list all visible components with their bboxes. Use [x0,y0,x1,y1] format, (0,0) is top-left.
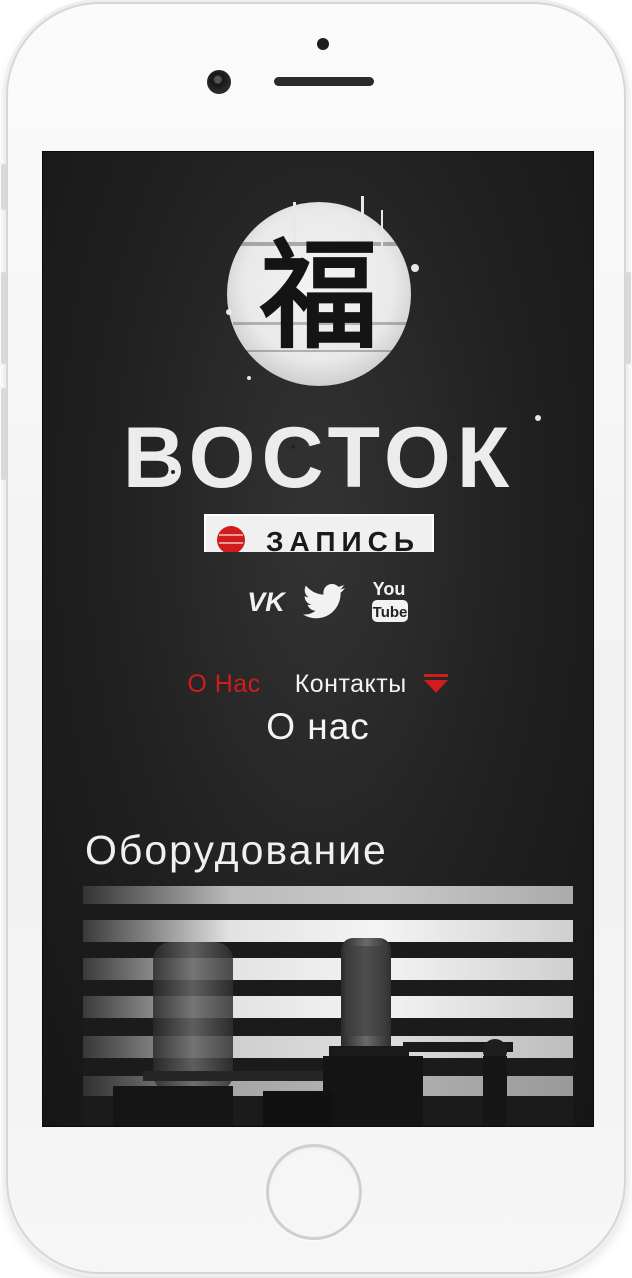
volume-down-button [1,388,6,480]
brand-logo[interactable]: 福 ВОСТОК ЗАПИСЬ [43,172,593,552]
home-button [266,1144,362,1240]
vk-icon[interactable]: VK [247,587,287,617]
brand-wordmark: ВОСТОК [123,410,541,506]
social-links: VK You Tube [247,579,408,622]
section-title: О нас [266,706,370,747]
power-button [626,272,631,364]
mute-switch [1,164,6,210]
triangle-down-icon[interactable] [423,671,449,697]
phone-frame: 福 ВОСТОК ЗАПИСЬ VK You Tube О Нас Контак… [1,4,631,1272]
earpiece-speaker [274,77,374,86]
nav-item-contacts-label: Контакты [294,669,407,698]
volume-up-button [1,272,6,364]
proximity-sensor [317,38,329,50]
page-heading: Оборудование [85,827,388,874]
twitter-icon[interactable] [302,584,345,619]
nav-item-about[interactable]: О Нас [187,670,260,699]
main-nav: О Нас Контакты [43,664,593,704]
svg-text:ЗАПИСЬ: ЗАПИСЬ [266,526,420,552]
svg-text:You: You [373,579,406,599]
front-camera [207,70,231,94]
svg-text:Tube: Tube [373,604,408,621]
seal-emblem: 福 [226,196,419,386]
nav-item-contacts[interactable]: Контакты [295,670,449,699]
svg-text:ВОСТОК: ВОСТОК [123,410,516,506]
subtitle-badge: ЗАПИСЬ [204,514,434,552]
youtube-icon[interactable]: You Tube [372,579,408,622]
screen: 福 ВОСТОК ЗАПИСЬ VK You Tube О Нас Контак… [42,151,594,1127]
svg-text:VK: VK [247,587,287,617]
kanji-glyph: 福 [259,226,378,365]
equipment-photo [83,886,573,1126]
